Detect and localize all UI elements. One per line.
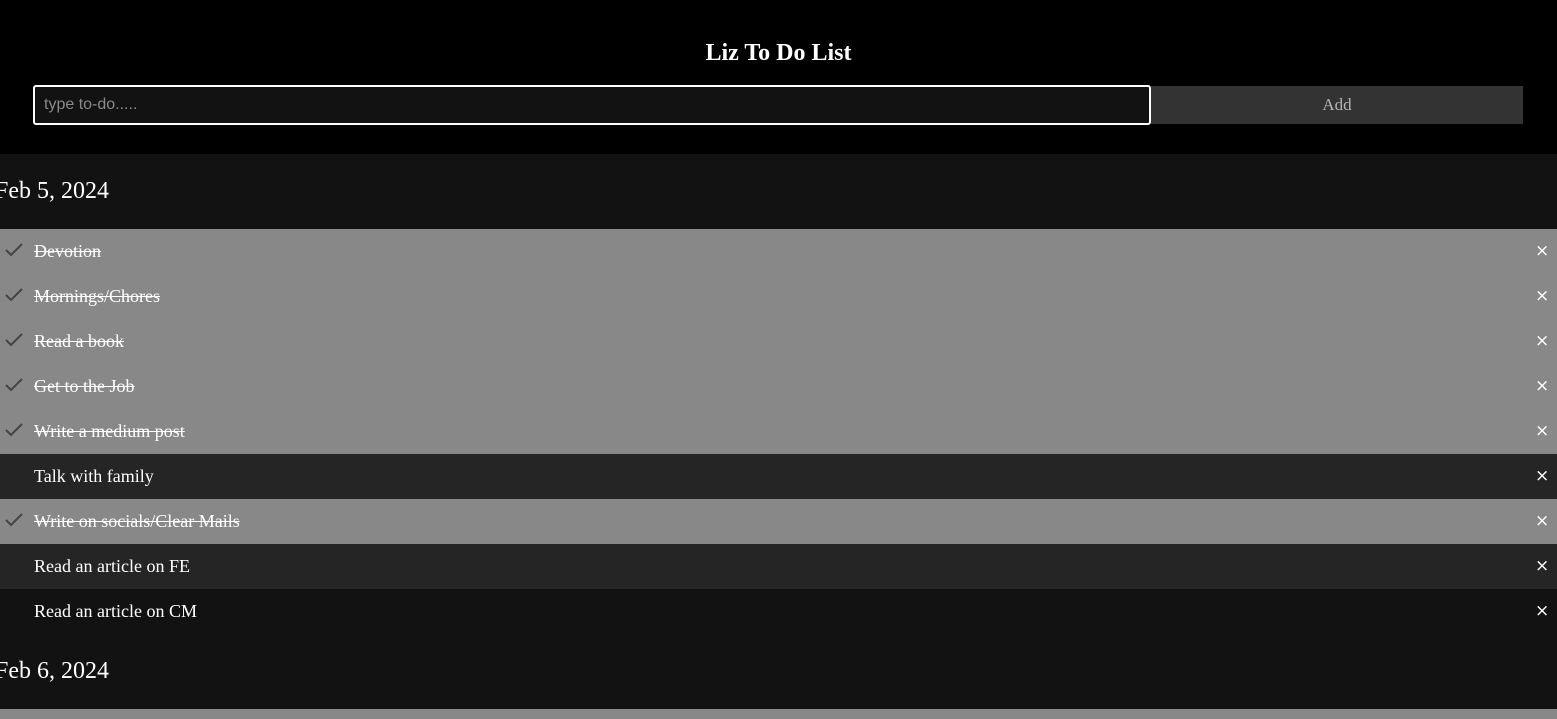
day-date: Feb 5, 2024: [0, 178, 109, 204]
close-icon[interactable]: ×: [1535, 499, 1549, 544]
close-icon[interactable]: ×: [1535, 229, 1549, 274]
day-section: Feb 5, 2024 Devotion × Mornings/Chores ×…: [0, 154, 1557, 634]
check-icon: [5, 288, 23, 302]
todo-item[interactable]: ×: [0, 709, 1557, 719]
todo-days: Feb 5, 2024 Devotion × Mornings/Chores ×…: [0, 154, 1557, 719]
check-icon: [5, 333, 23, 347]
check-icon: [5, 513, 23, 527]
todo-item[interactable]: Mornings/Chores ×: [0, 274, 1557, 319]
close-icon[interactable]: ×: [1535, 319, 1549, 364]
close-icon[interactable]: ×: [1535, 274, 1549, 319]
todo-text: Write a medium post: [34, 421, 185, 441]
todo-text: Read an article on FE: [34, 556, 190, 576]
todo-text: Talk with family: [34, 466, 154, 486]
page-title: Liz To Do List: [705, 40, 852, 66]
todo-item[interactable]: Talk with family ×: [0, 454, 1557, 499]
check-icon: [5, 378, 23, 392]
todo-input[interactable]: [33, 85, 1151, 125]
todo-item[interactable]: Read an article on CM ×: [0, 589, 1557, 634]
close-icon[interactable]: ×: [1535, 709, 1547, 719]
todo-text: Mornings/Chores: [34, 286, 160, 306]
close-icon[interactable]: ×: [1535, 454, 1549, 499]
todo-item[interactable]: Get to the Job ×: [0, 364, 1557, 409]
todo-list: ×: [0, 709, 1557, 719]
todo-text: Read a book: [34, 331, 124, 351]
close-icon[interactable]: ×: [1535, 409, 1549, 454]
day-date: Feb 6, 2024: [0, 658, 109, 684]
todo-list: Devotion × Mornings/Chores × Read a book…: [0, 229, 1557, 634]
close-icon[interactable]: ×: [1535, 544, 1549, 589]
add-todo-form: Add: [33, 85, 1523, 125]
todo-text: Devotion: [34, 241, 101, 261]
todo-item[interactable]: Read an article on FE ×: [0, 544, 1557, 589]
add-button[interactable]: Add: [1151, 86, 1523, 124]
close-icon[interactable]: ×: [1535, 589, 1549, 634]
todo-item[interactable]: Read a book ×: [0, 319, 1557, 364]
check-icon: [5, 243, 23, 257]
day-section: Feb 6, 2024 ×: [0, 634, 1557, 719]
todo-item[interactable]: Write on socials/Clear Mails ×: [0, 499, 1557, 544]
close-icon[interactable]: ×: [1535, 364, 1549, 409]
todo-item[interactable]: Write a medium post ×: [0, 409, 1557, 454]
todo-text: Get to the Job: [34, 376, 135, 396]
todo-text: Write on socials/Clear Mails: [34, 511, 240, 531]
todo-item[interactable]: Devotion ×: [0, 229, 1557, 274]
app-header: Liz To Do List Add: [0, 0, 1557, 154]
todo-text: Read an article on CM: [34, 601, 197, 621]
check-icon: [5, 423, 23, 437]
